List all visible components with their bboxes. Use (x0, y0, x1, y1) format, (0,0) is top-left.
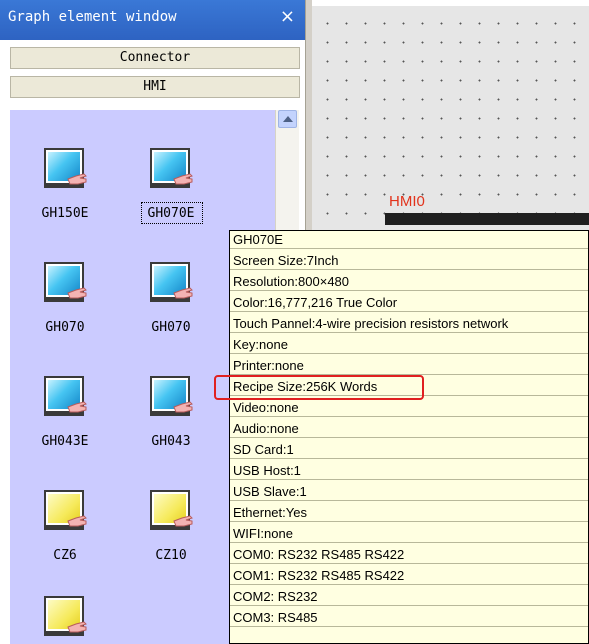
tooltip-line: COM1: RS232 RS485 RS422 (230, 567, 588, 585)
element-label: GH043 (151, 434, 191, 449)
element-label: GH150E (41, 206, 89, 221)
tooltip-line: Key:none (230, 336, 588, 354)
hmi-touch-blue-icon (44, 376, 88, 420)
panel-title-bar: Graph element window × (0, 0, 305, 40)
tooltip-line: Video:none (230, 399, 588, 417)
hmi-touch-blue-icon (150, 262, 194, 306)
hmi-touch-yellow-icon (150, 490, 194, 534)
close-icon[interactable]: × (280, 6, 295, 27)
hmi-touch-blue-icon (150, 148, 194, 192)
tooltip-line: Printer:none (230, 357, 588, 375)
hmi-element-frame[interactable] (385, 213, 589, 225)
tooltip-line: Resolution:800×480 (230, 273, 588, 291)
element-label: GH043E (41, 434, 89, 449)
tooltip-line: WIFI:none (230, 525, 588, 543)
panel-title: Graph element window (8, 9, 177, 25)
tooltip-line: COM0: RS232 RS485 RS422 (230, 546, 588, 564)
category-button-connector[interactable]: Connector (10, 47, 300, 69)
tooltip-line: Screen Size:7Inch (230, 252, 588, 270)
tooltip-line: Ethernet:Yes (230, 504, 588, 522)
tooltip-line: Touch Pannel:4-wire precision resistors … (230, 315, 588, 333)
tooltip-line: Color:16,777,216 True Color (230, 294, 588, 312)
category-button-hmi[interactable]: HMI (10, 76, 300, 98)
tooltip-line: COM2: RS232 (230, 588, 588, 606)
element-info-tooltip: GH070E Screen Size:7Inch Resolution:800×48… (229, 230, 589, 644)
hmi-touch-yellow-icon (44, 490, 88, 534)
tooltip-line: SD Card:1 (230, 441, 588, 459)
hmi-touch-blue-icon (44, 148, 88, 192)
element-label: CZ10 (155, 548, 187, 563)
element-label: GH070E (147, 206, 195, 221)
hmi-touch-blue-icon (150, 376, 194, 420)
tooltip-line: GH070E (230, 231, 588, 249)
element-label: GH070 (151, 320, 191, 335)
element-label: CZ6 (53, 548, 77, 563)
hmi-touch-blue-icon (44, 262, 88, 306)
tooltip-line: Audio:none (230, 420, 588, 438)
recipe-size-highlight-box (214, 375, 424, 400)
canvas-top-strip (312, 0, 589, 6)
tooltip-line: USB Host:1 (230, 462, 588, 480)
scroll-up-arrow-icon[interactable] (278, 110, 297, 128)
tooltip-line: USB Slave:1 (230, 483, 588, 501)
hmi-element-label: HMI0 (389, 193, 425, 210)
element-label: GH070 (45, 320, 85, 335)
hmi-touch-yellow-icon (44, 596, 88, 640)
tooltip-line: COM3: RS485 (230, 609, 588, 627)
